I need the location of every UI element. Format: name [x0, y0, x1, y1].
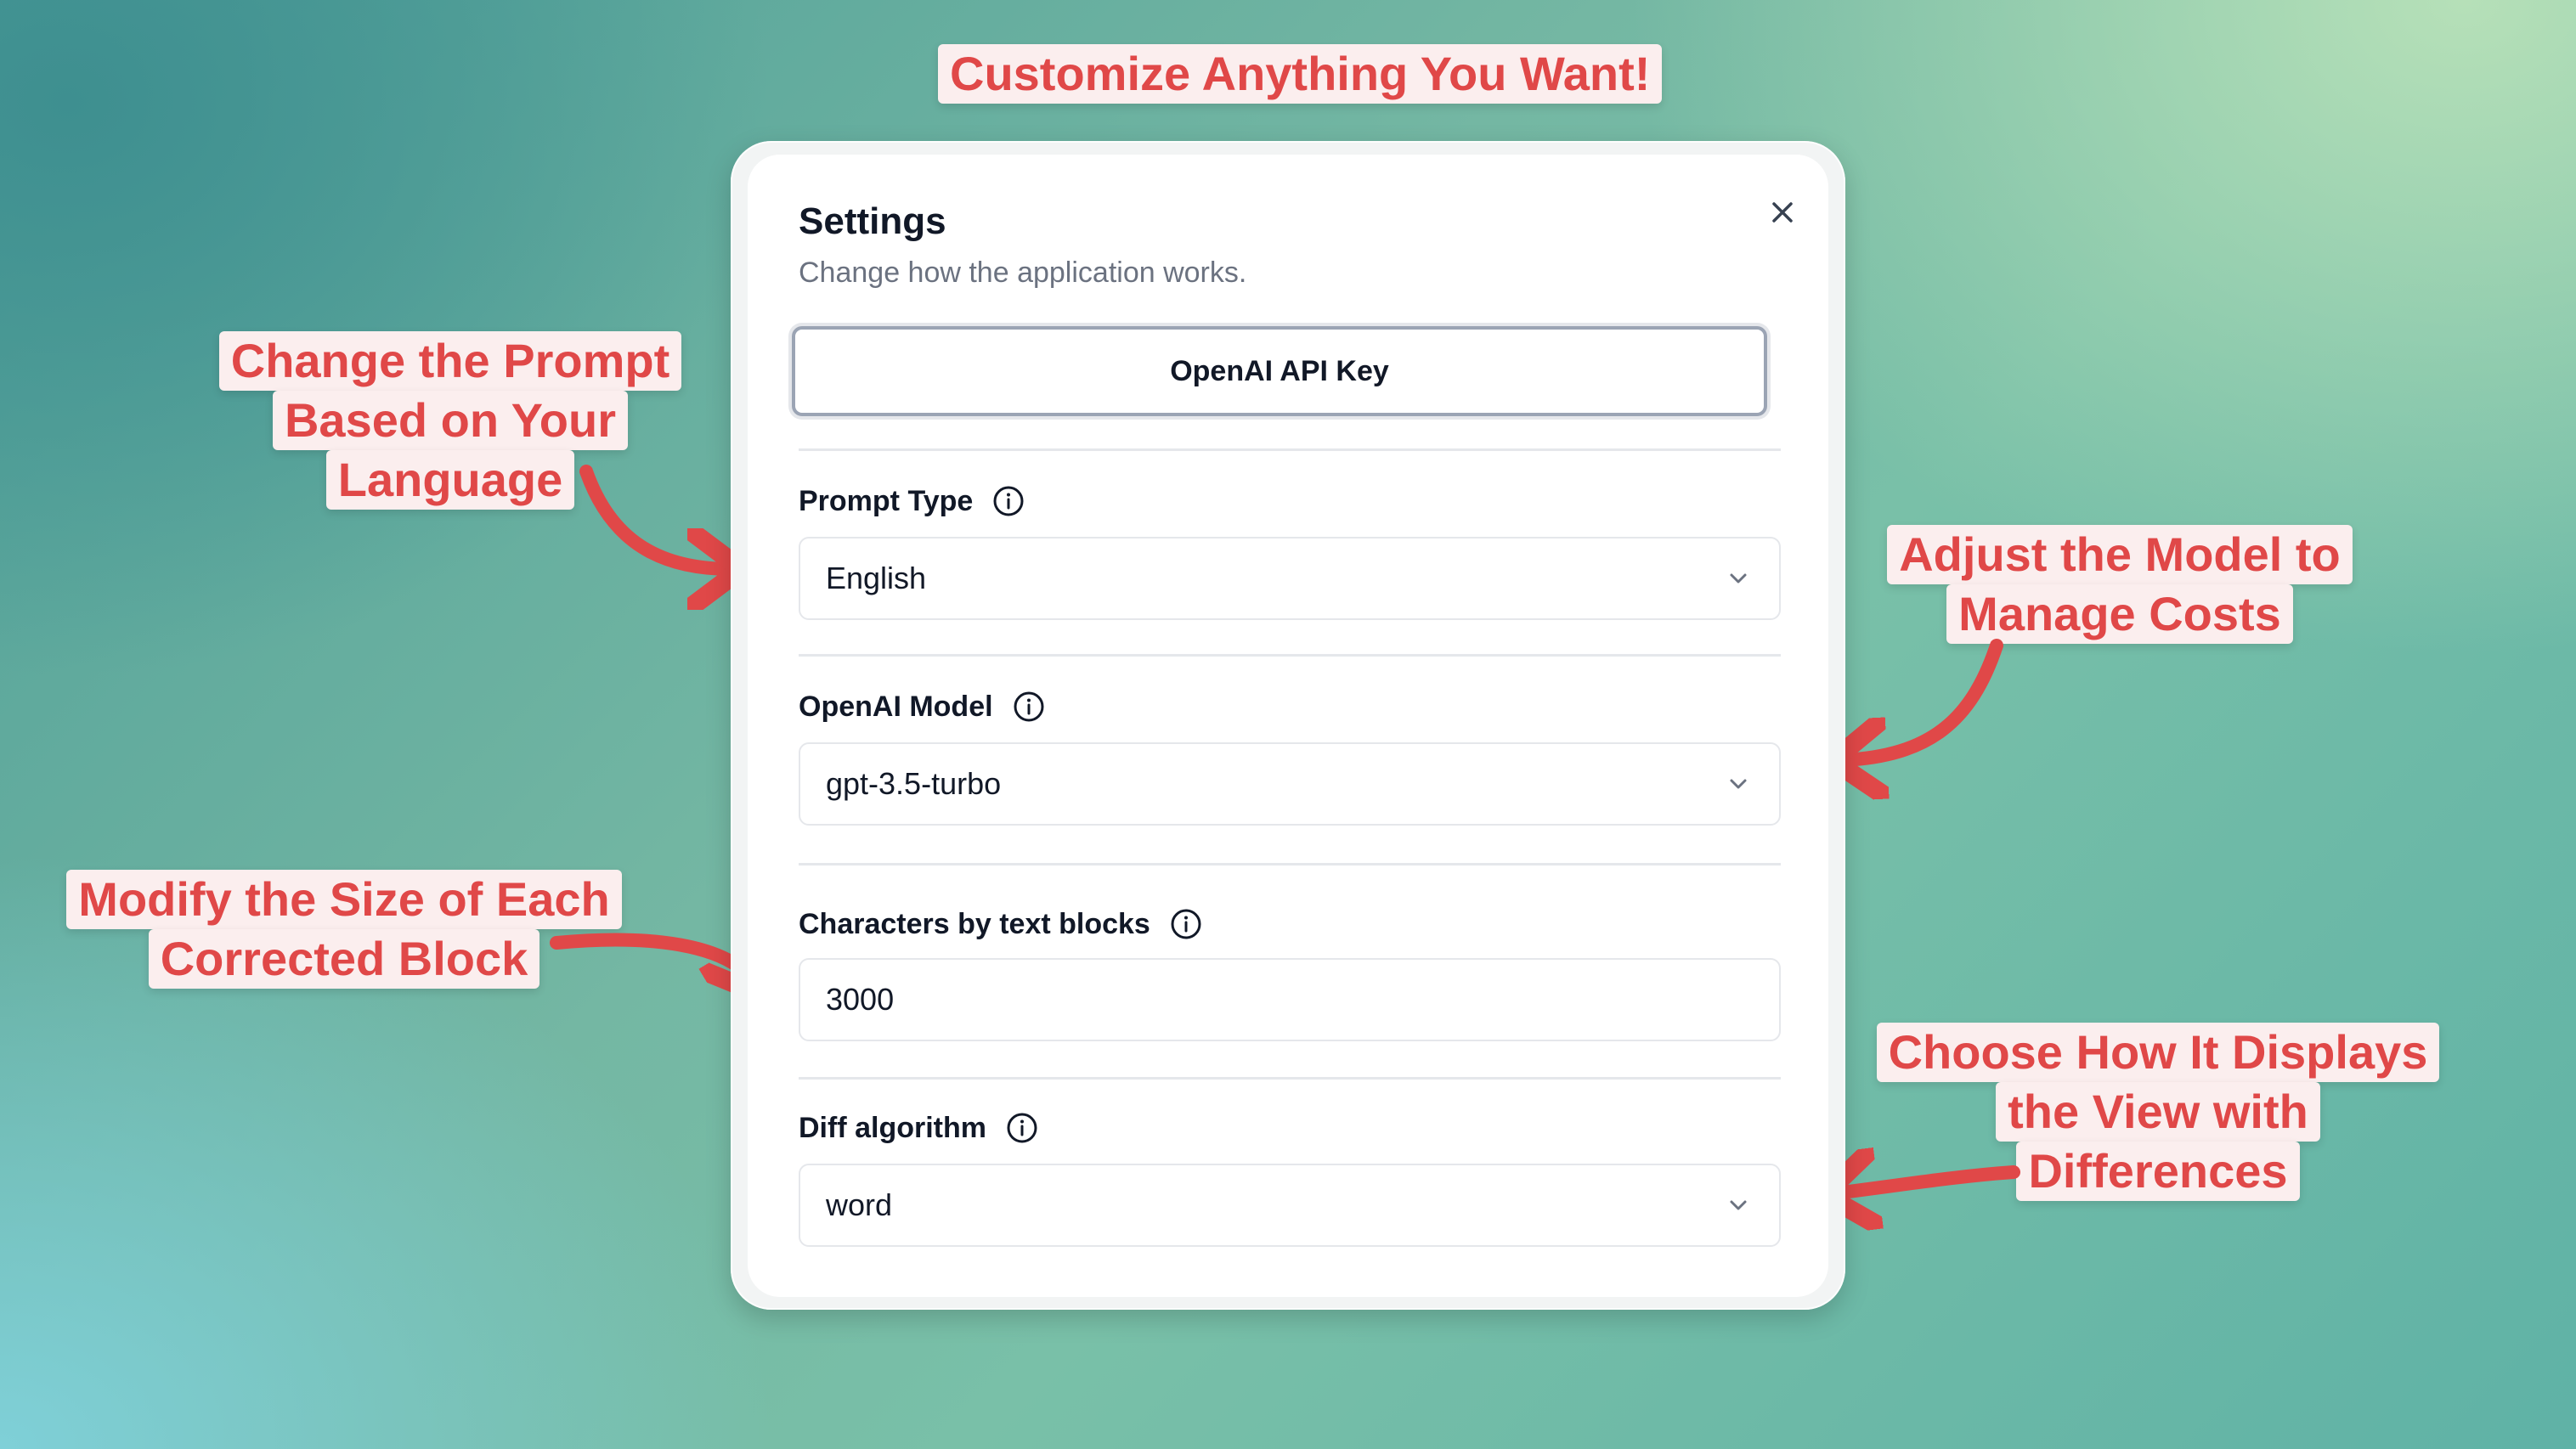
settings-dialog: Settings Change how the application work…	[748, 155, 1828, 1297]
prompt-type-label: Prompt Type	[799, 484, 1025, 518]
api-key-button[interactable]: OpenAI API Key	[792, 326, 1767, 416]
chars-value: 3000	[826, 982, 895, 1017]
chevron-down-icon	[1730, 779, 1747, 789]
model-label-text: OpenAI Model	[799, 690, 993, 723]
divider	[799, 654, 1781, 657]
annotation-prompt: Change the Prompt Based on Your Language	[195, 331, 705, 510]
chevron-down-icon	[1730, 1200, 1747, 1210]
prompt-type-label-text: Prompt Type	[799, 484, 974, 517]
model-label: OpenAI Model	[799, 690, 1046, 724]
annotation-top: Customize Anything You Want!	[938, 44, 1663, 104]
arrow-icon	[1844, 639, 2003, 760]
prompt-type-value: English	[826, 561, 927, 595]
info-icon[interactable]	[991, 484, 1025, 518]
diff-label-text: Diff algorithm	[799, 1111, 986, 1144]
chars-label: Characters by text blocks	[799, 907, 1203, 941]
model-value: gpt-3.5-turbo	[826, 766, 1002, 801]
diff-select[interactable]: word	[799, 1164, 1781, 1247]
chars-label-text: Characters by text blocks	[799, 907, 1150, 940]
api-key-button-label: OpenAI API Key	[1170, 354, 1389, 387]
model-select[interactable]: gpt-3.5-turbo	[799, 742, 1781, 826]
diff-value: word	[826, 1187, 893, 1222]
diff-label: Diff algorithm	[799, 1111, 1039, 1145]
info-icon[interactable]	[1005, 1111, 1039, 1145]
chevron-down-icon	[1730, 573, 1747, 584]
dialog-title: Settings	[799, 200, 946, 242]
annotation-model: Adjust the Model to Manage Costs	[1861, 525, 2379, 644]
info-icon[interactable]	[1012, 690, 1046, 724]
prompt-type-select[interactable]: English	[799, 537, 1781, 620]
annotation-block: Modify the Size of Each Corrected Block	[51, 870, 637, 989]
divider	[799, 448, 1781, 451]
divider	[799, 863, 1781, 865]
annotation-diff: Choose How It Displays the View with Dif…	[1861, 1023, 2455, 1201]
close-icon	[1772, 202, 1793, 223]
info-icon[interactable]	[1169, 907, 1203, 941]
chars-input[interactable]: 3000	[799, 958, 1781, 1041]
close-button[interactable]	[1759, 189, 1806, 236]
divider	[799, 1077, 1781, 1080]
dialog-subtitle: Change how the application works.	[799, 257, 1247, 289]
